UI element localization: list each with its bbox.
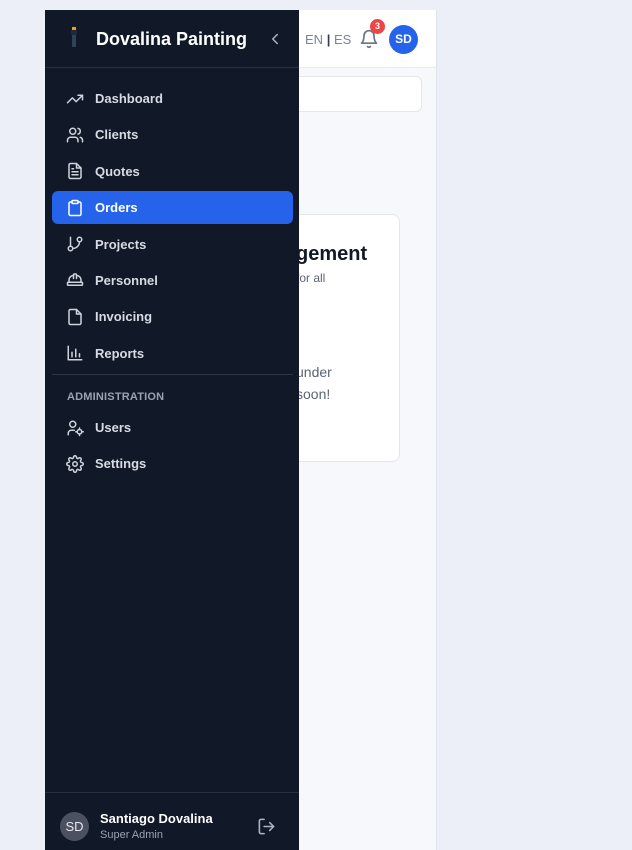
language-switcher[interactable]: EN | ES bbox=[305, 32, 351, 47]
main-nav: Dashboard Clients Quotes Orders Projects… bbox=[52, 82, 293, 373]
card-message-line1: under bbox=[296, 364, 332, 380]
sidebar-item-label: Quotes bbox=[95, 163, 140, 179]
lang-en-link[interactable]: EN bbox=[305, 32, 323, 47]
sidebar-item-orders[interactable]: Orders bbox=[52, 191, 293, 225]
sidebar-item-label: Projects bbox=[95, 236, 147, 252]
chevron-left-icon[interactable] bbox=[266, 30, 284, 48]
sidebar-divider bbox=[52, 374, 293, 375]
sidebar-item-label: Settings bbox=[95, 456, 147, 472]
sidebar-item-invoicing[interactable]: Invoicing bbox=[52, 300, 293, 333]
users-icon bbox=[66, 127, 84, 143]
sidebar-item-dashboard[interactable]: Dashboard bbox=[52, 82, 293, 115]
card-message: under soon! bbox=[296, 361, 396, 405]
sidebar-item-label: Personnel bbox=[95, 272, 158, 288]
sidebar: Dovalina Painting Dashboard Clients Quot… bbox=[45, 10, 299, 850]
notification-badge: 3 bbox=[370, 19, 385, 34]
lang-separator: | bbox=[326, 32, 331, 47]
hard-hat-icon bbox=[66, 273, 84, 287]
user-avatar-button[interactable]: SD bbox=[389, 25, 418, 54]
brand-header: Dovalina Painting bbox=[45, 10, 299, 68]
admin-section-label: ADMINISTRATION bbox=[67, 391, 165, 403]
sidebar-item-label: Reports bbox=[95, 345, 145, 361]
trending-up-icon bbox=[66, 94, 84, 103]
sidebar-item-personnel[interactable]: Personnel bbox=[52, 264, 293, 297]
sidebar-footer: SD Santiago Dovalina Super Admin bbox=[45, 792, 299, 850]
lang-es-link[interactable]: ES bbox=[334, 32, 351, 47]
card-title: gement bbox=[296, 243, 368, 265]
sidebar-item-reports[interactable]: Reports bbox=[52, 337, 293, 370]
user-cog-icon bbox=[67, 420, 84, 436]
sidebar-item-label: Dashboard bbox=[95, 91, 163, 106]
card-message-line2: soon! bbox=[296, 386, 331, 402]
sidebar-item-label: Invoicing bbox=[95, 309, 153, 325]
user-role: Super Admin bbox=[100, 829, 163, 841]
clipboard-icon bbox=[68, 199, 82, 216]
gear-icon bbox=[66, 454, 84, 473]
sidebar-item-label: Orders bbox=[95, 200, 138, 216]
file-icon bbox=[68, 308, 82, 326]
brand-name: Dovalina Painting bbox=[96, 29, 248, 49]
sidebar-item-label: Clients bbox=[95, 127, 139, 143]
card-subtitle: for all bbox=[296, 271, 326, 285]
sidebar-item-settings[interactable]: Settings bbox=[52, 447, 293, 480]
paint-brush-logo-icon bbox=[70, 27, 78, 49]
bar-chart-icon bbox=[67, 345, 83, 361]
user-name: Santiago Dovalina bbox=[100, 811, 213, 826]
file-text-icon bbox=[68, 163, 82, 180]
avatar: SD bbox=[60, 812, 89, 841]
logout-icon[interactable] bbox=[257, 817, 276, 836]
sidebar-item-projects[interactable]: Projects bbox=[52, 228, 293, 261]
git-branch-icon bbox=[67, 236, 83, 252]
sidebar-item-users[interactable]: Users bbox=[52, 411, 293, 444]
sidebar-item-clients[interactable]: Clients bbox=[52, 118, 293, 151]
sidebar-item-label: Users bbox=[95, 420, 132, 435]
admin-nav: Users Settings bbox=[52, 411, 293, 484]
sidebar-item-quotes[interactable]: Quotes bbox=[52, 155, 293, 188]
